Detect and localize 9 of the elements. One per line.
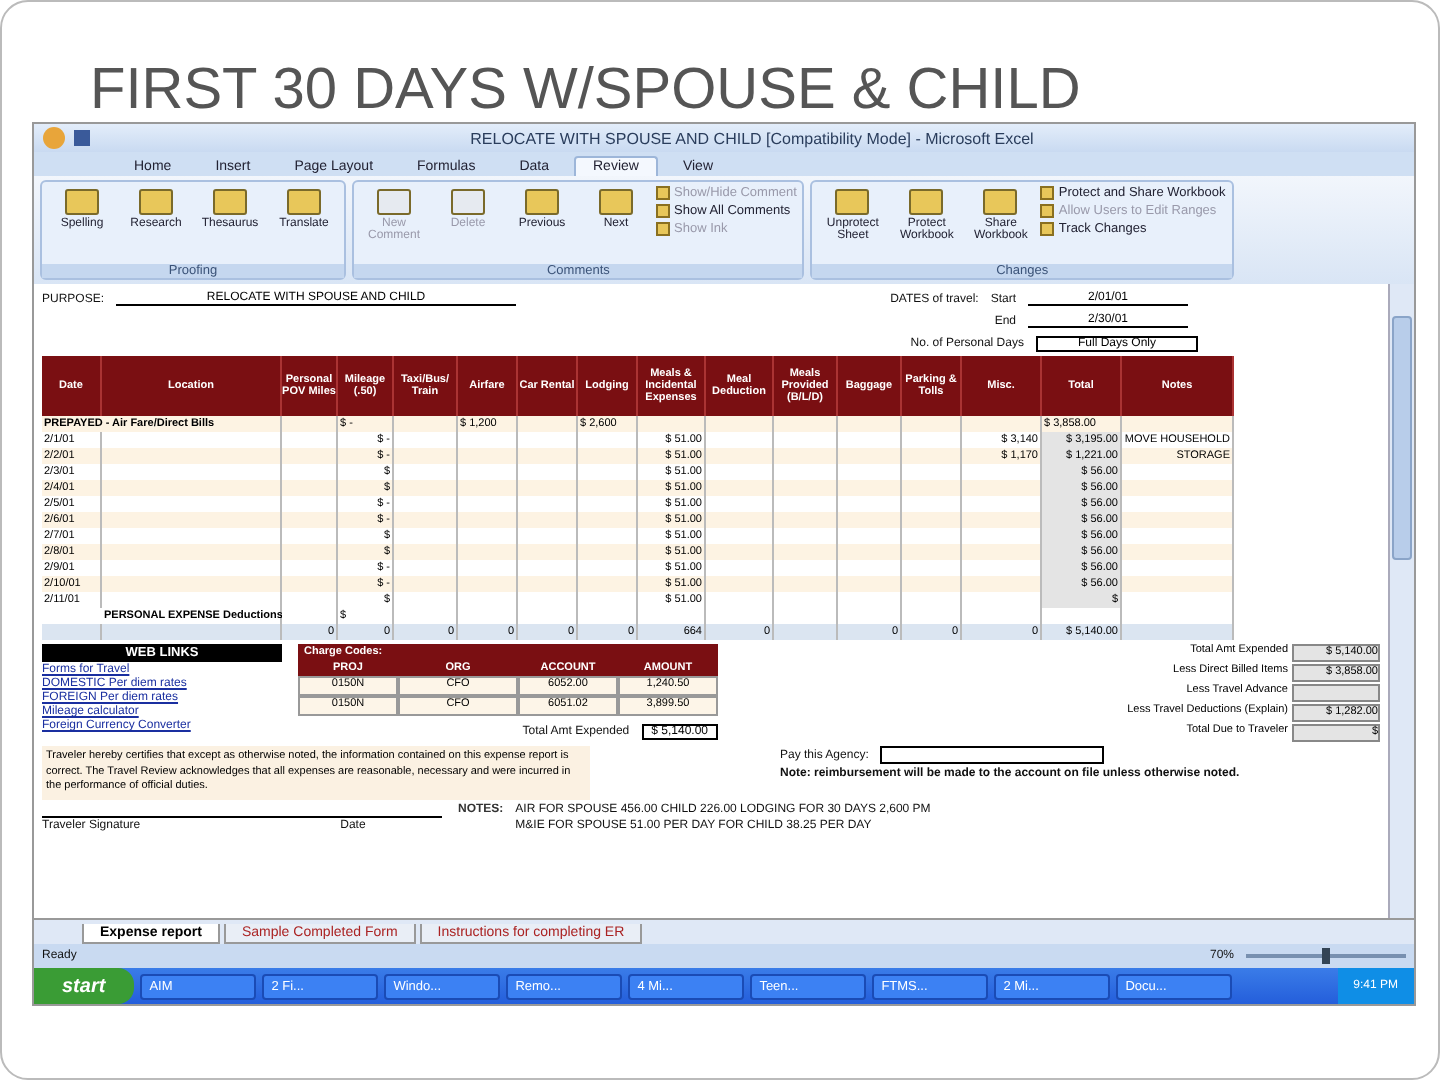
window-title: RELOCATE WITH SPOUSE AND CHILD [Compatibility Mode] - Microsoft Excel <box>468 129 1036 147</box>
zoom-slider[interactable] <box>1246 948 1406 964</box>
table-cell <box>1122 416 1234 432</box>
slide-title: FIRST 30 DAYS W/SPOUSE & CHILD <box>88 56 1083 118</box>
vertical-scrollbar[interactable] <box>1388 284 1414 918</box>
office-button-icon[interactable] <box>42 126 66 150</box>
summary-value <box>1292 684 1380 702</box>
pay-agency-field[interactable] <box>880 746 1105 764</box>
start-button[interactable]: start <box>34 968 134 1004</box>
